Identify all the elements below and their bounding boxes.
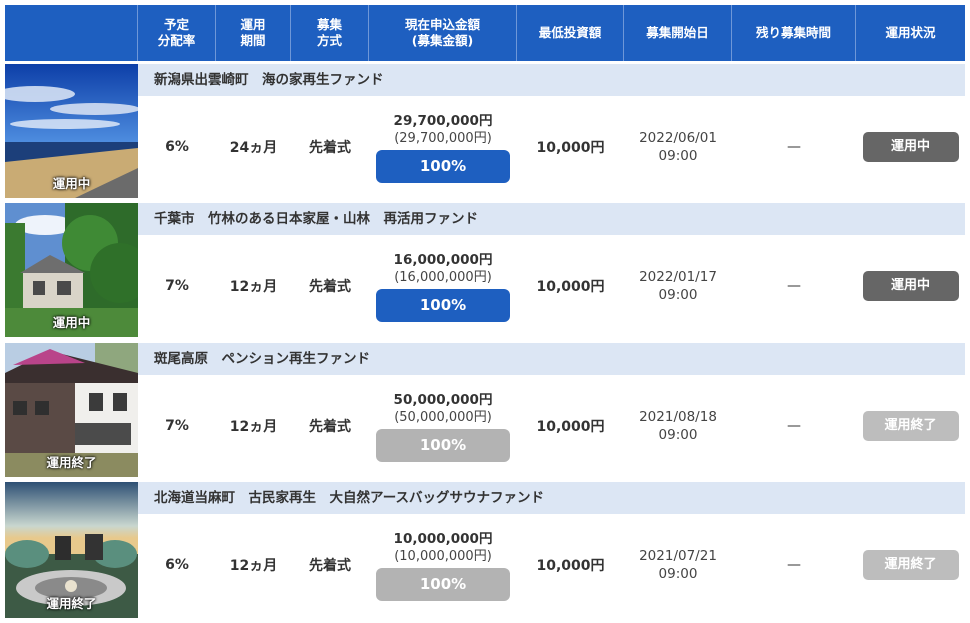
status-button[interactable]: 運用中 xyxy=(862,271,959,301)
fund-start-date: 2022/01/17 09:00 xyxy=(639,269,717,303)
fund-name[interactable]: 新潟県出雲崎町 海の家再生ファンド xyxy=(138,64,965,96)
fund-progress-bar: 100% xyxy=(376,149,510,183)
fund-min-investment: 10,000円 xyxy=(536,140,605,156)
fund-row[interactable]: 運用中 千葉市 竹林のある日本家屋・山林 再活用ファンド 7% 12ヵ月 先着式… xyxy=(5,203,965,337)
fund-amount-cell: 50,000,000円 (50,000,000円) 100% xyxy=(369,375,517,477)
header-image-cell xyxy=(5,5,138,61)
header-status: 運用状況 xyxy=(856,5,965,61)
fund-amount: 29,700,000円 xyxy=(393,112,493,129)
thumb-status-label: 運用中 xyxy=(52,176,91,191)
fund-name[interactable]: 千葉市 竹林のある日本家屋・山林 再活用ファンド xyxy=(138,203,965,235)
fund-status-cell: 運用終了 xyxy=(856,514,965,616)
header-start-date: 募集開始日 xyxy=(624,5,732,61)
fund-remaining-time: — xyxy=(787,418,801,434)
thumb-status-label: 運用中 xyxy=(52,315,91,330)
fund-min-investment: 10,000円 xyxy=(536,558,605,574)
fund-remaining-time: — xyxy=(787,278,801,294)
fund-method: 先着式 xyxy=(309,279,351,295)
fund-remaining-time: — xyxy=(787,139,801,155)
fund-status-cell: 運用中 xyxy=(856,235,965,337)
fund-period: 24ヵ月 xyxy=(229,140,278,156)
header-period: 運用 期間 xyxy=(216,5,291,61)
fund-name[interactable]: 北海道当麻町 古民家再生 大自然アースバッグサウナファンド xyxy=(138,482,965,514)
header-rate: 予定 分配率 xyxy=(138,5,216,61)
fund-status-cell: 運用終了 xyxy=(856,375,965,477)
fund-row[interactable]: 運用中 新潟県出雲崎町 海の家再生ファンド 6% 24ヵ月 先着式 29,700… xyxy=(5,64,965,198)
fund-method: 先着式 xyxy=(309,558,351,574)
fund-start-date: 2021/08/18 09:00 xyxy=(639,409,717,443)
fund-amount: 10,000,000円 xyxy=(393,530,493,547)
fund-thumbnail[interactable]: 運用中 xyxy=(5,64,138,198)
status-button[interactable]: 運用中 xyxy=(862,132,959,162)
fund-rate: 7% xyxy=(165,278,189,294)
fund-amount: 16,000,000円 xyxy=(393,251,493,268)
fund-progress-bar: 100% xyxy=(376,567,510,601)
fund-min-investment: 10,000円 xyxy=(536,279,605,295)
fund-rate: 6% xyxy=(165,139,189,155)
thumb-status-label: 運用終了 xyxy=(46,596,97,611)
fund-amount-cell: 29,700,000円 (29,700,000円) 100% xyxy=(369,96,517,198)
fund-period: 12ヵ月 xyxy=(229,558,278,574)
status-button[interactable]: 運用終了 xyxy=(862,411,959,441)
header-remaining-time: 残り募集時間 xyxy=(732,5,856,61)
fund-start-date: 2021/07/21 09:00 xyxy=(639,548,717,582)
fund-name[interactable]: 斑尾高原 ペンション再生ファンド xyxy=(138,343,965,375)
fund-target-amount: (16,000,000円) xyxy=(394,269,492,285)
thumb-status-label: 運用終了 xyxy=(46,455,97,470)
fund-method: 先着式 xyxy=(309,140,351,156)
fund-target-amount: (10,000,000円) xyxy=(394,548,492,564)
fund-progress-bar: 100% xyxy=(376,428,510,462)
fund-rate: 7% xyxy=(165,418,189,434)
fund-period: 12ヵ月 xyxy=(229,279,278,295)
fund-amount: 50,000,000円 xyxy=(393,391,493,408)
fund-target-amount: (29,700,000円) xyxy=(394,130,492,146)
fund-amount-cell: 16,000,000円 (16,000,000円) 100% xyxy=(369,235,517,337)
fund-remaining-time: — xyxy=(787,557,801,573)
header-min-investment: 最低投資額 xyxy=(517,5,624,61)
header-amount: 現在申込金額 (募集金額) xyxy=(369,5,517,61)
fund-amount-cell: 10,000,000円 (10,000,000円) 100% xyxy=(369,514,517,616)
fund-thumbnail[interactable]: 運用終了 xyxy=(5,482,138,618)
header-method: 募集 方式 xyxy=(291,5,369,61)
fund-progress-bar: 100% xyxy=(376,288,510,322)
table-header: 予定 分配率 運用 期間 募集 方式 現在申込金額 (募集金額) 最低投資額 募… xyxy=(5,5,965,61)
fund-rate: 6% xyxy=(165,557,189,573)
status-button[interactable]: 運用終了 xyxy=(862,550,959,580)
fund-start-date: 2022/06/01 09:00 xyxy=(639,130,717,164)
fund-min-investment: 10,000円 xyxy=(536,419,605,435)
fund-row[interactable]: 運用終了 北海道当麻町 古民家再生 大自然アースバッグサウナファンド 6% 12… xyxy=(5,482,965,618)
fund-target-amount: (50,000,000円) xyxy=(394,409,492,425)
fund-status-cell: 運用中 xyxy=(856,96,965,198)
fund-thumbnail[interactable]: 運用中 xyxy=(5,203,138,337)
fund-method: 先着式 xyxy=(309,419,351,435)
fund-row[interactable]: 運用終了 斑尾高原 ペンション再生ファンド 7% 12ヵ月 先着式 50,000… xyxy=(5,343,965,477)
fund-period: 12ヵ月 xyxy=(229,419,278,435)
fund-thumbnail[interactable]: 運用終了 xyxy=(5,343,138,477)
